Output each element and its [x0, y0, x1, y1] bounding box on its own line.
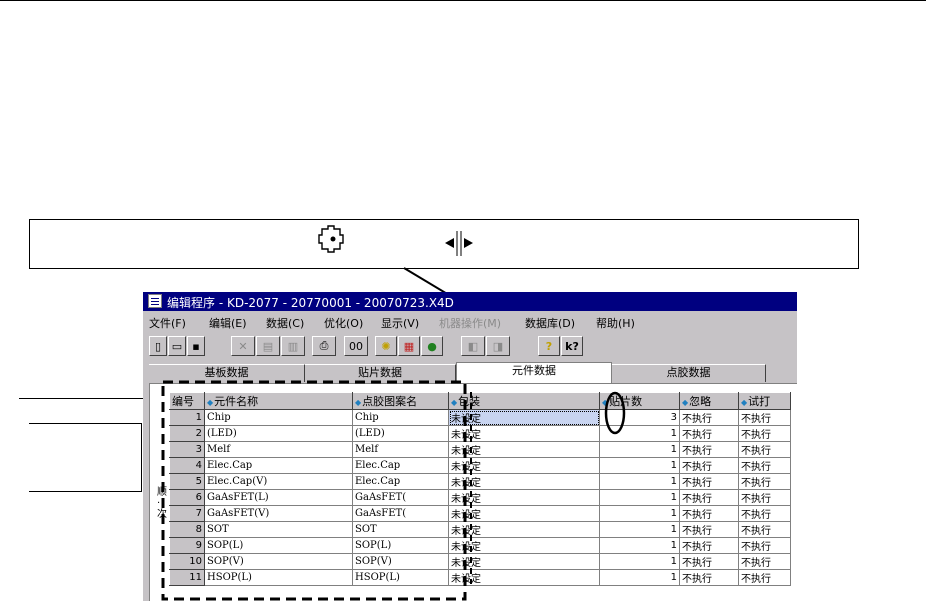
- dashed-selection-frame: [161, 380, 467, 601]
- highlight-oval: [604, 391, 626, 435]
- overlay-layer: [161, 380, 626, 601]
